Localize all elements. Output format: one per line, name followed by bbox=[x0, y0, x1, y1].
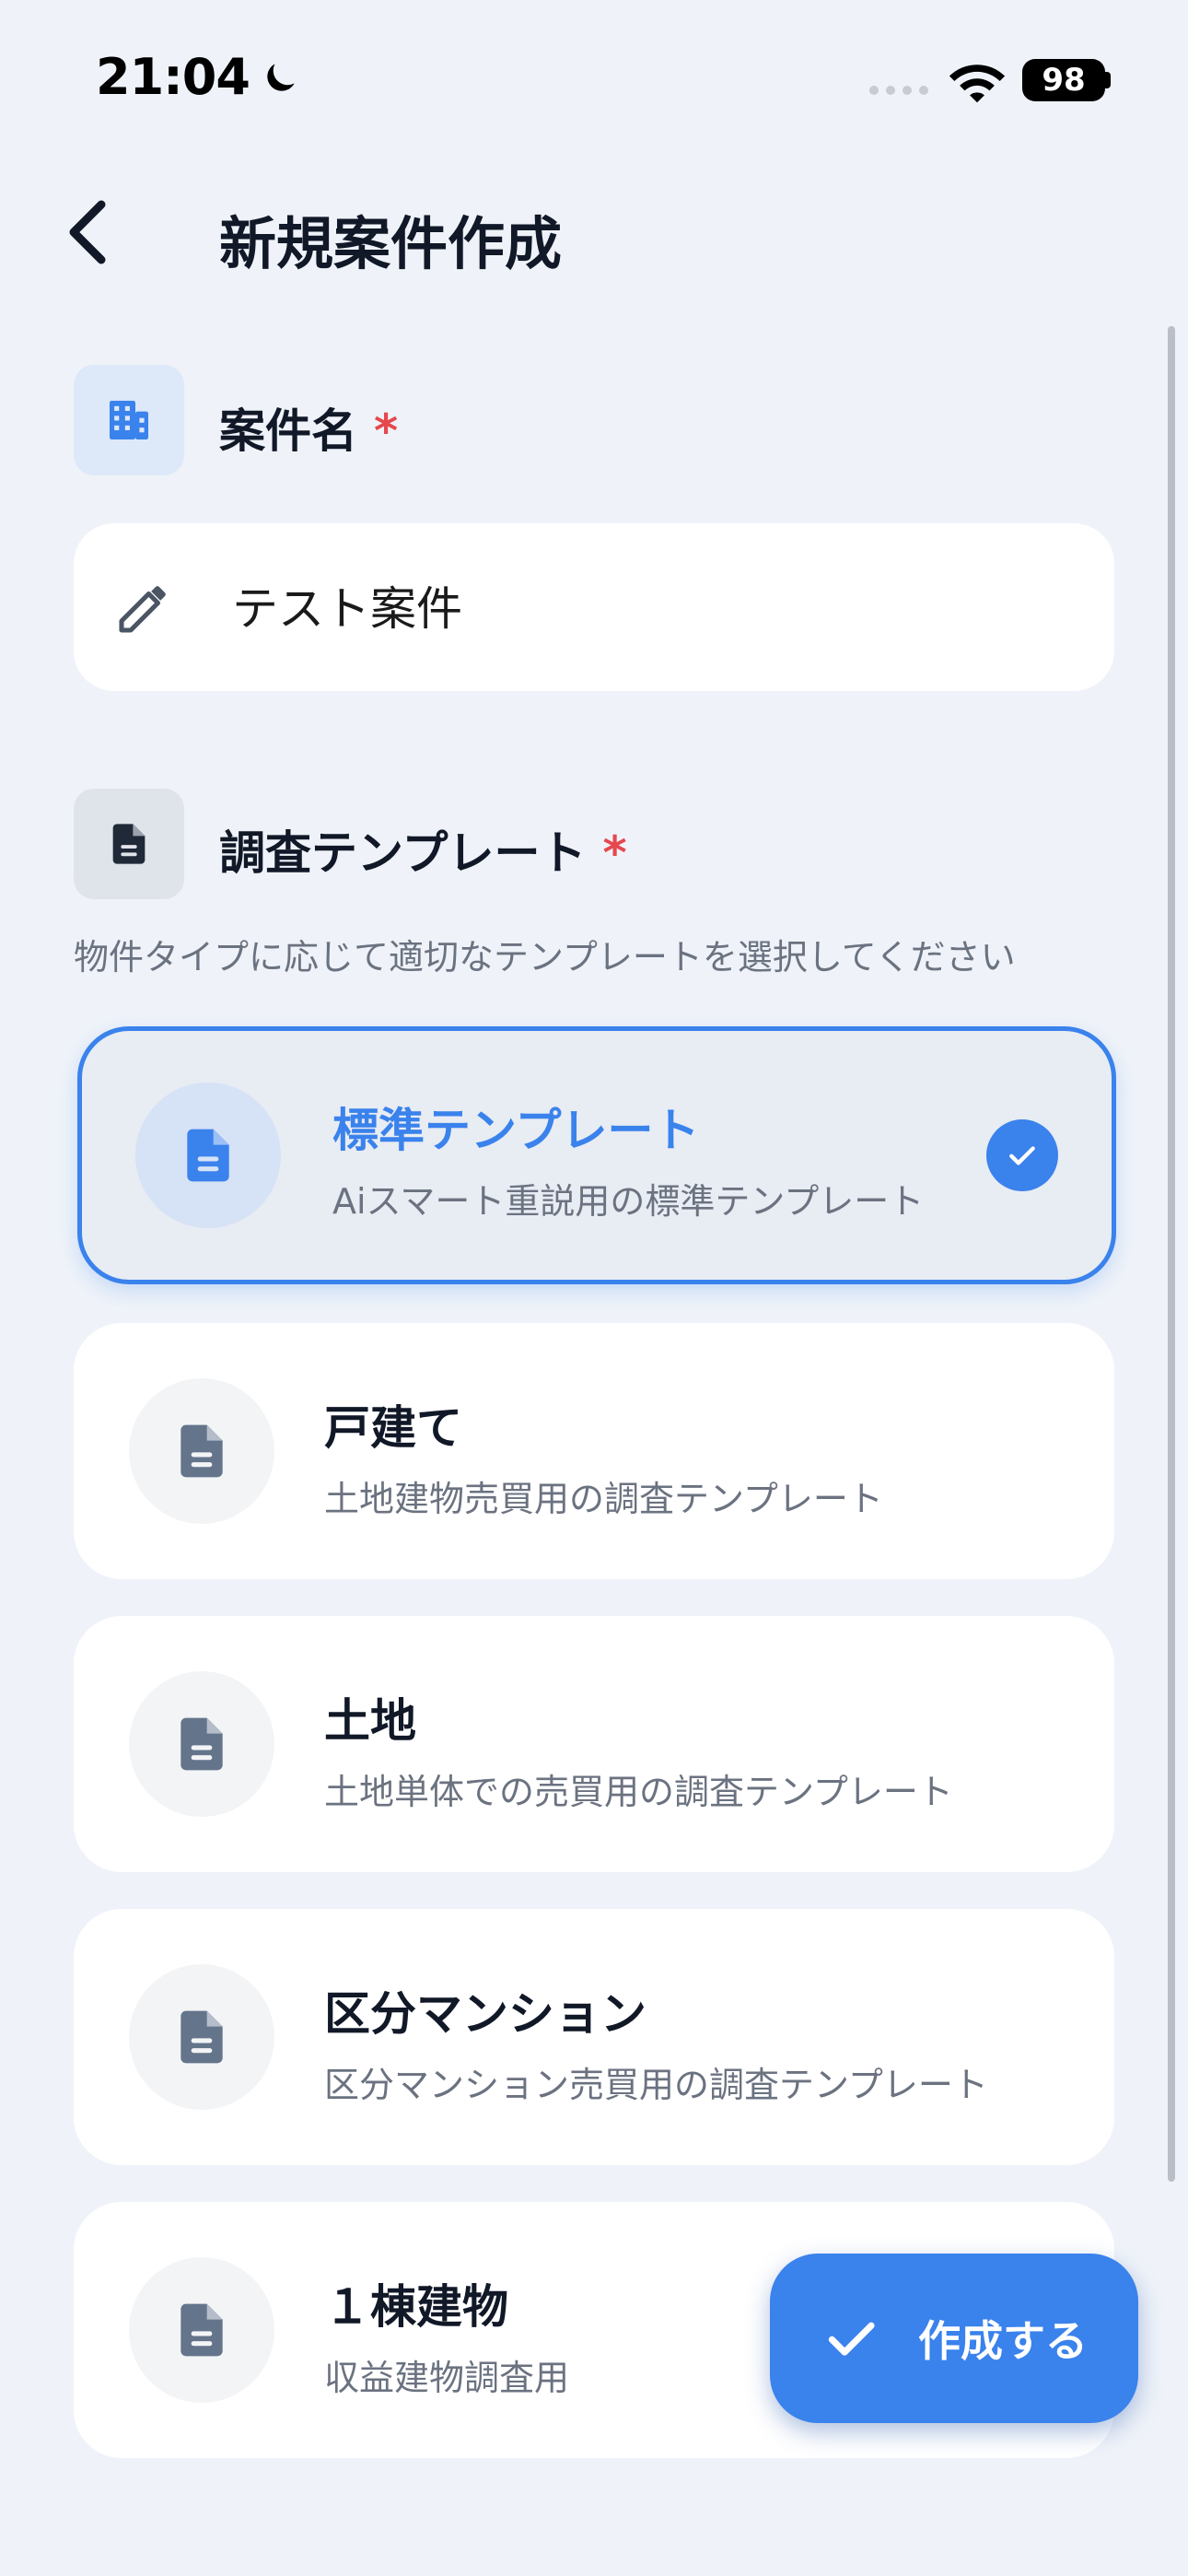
template-subtitle: 収益建物調査用 bbox=[324, 2358, 570, 2398]
battery-indicator: 98 bbox=[1022, 59, 1105, 101]
document-icon-circle bbox=[135, 1083, 281, 1228]
create-button-label: 作成する bbox=[918, 2316, 1088, 2366]
template-title: 戸建て bbox=[324, 1401, 462, 1455]
template-title: 区分マンション bbox=[324, 1987, 646, 2041]
status-time-text: 21:04 bbox=[96, 48, 250, 106]
project-name-label: 案件名 * bbox=[219, 394, 398, 461]
status-time: 21:04 bbox=[96, 48, 301, 106]
battery-tip bbox=[1105, 72, 1111, 88]
document-icon bbox=[112, 824, 146, 864]
template-subtitle: Aiスマート重説用の標準テンプレート bbox=[332, 1181, 925, 1222]
document-icon-circle bbox=[129, 1671, 274, 1817]
template-title: １棟建物 bbox=[324, 2280, 508, 2334]
document-icon-circle bbox=[129, 2257, 274, 2403]
template-card-standard[interactable]: 標準テンプレート Aiスマート重説用の標準テンプレート bbox=[77, 1026, 1116, 1284]
document-icon-circle bbox=[129, 1964, 274, 2110]
document-icon bbox=[187, 1129, 229, 1182]
template-card-land[interactable]: 土地 土地単体での売買用の調査テンプレート bbox=[74, 1616, 1114, 1872]
building-icon-tile bbox=[74, 365, 184, 475]
pencil-icon bbox=[119, 586, 166, 633]
template-section-label-text: 調査テンプレート bbox=[219, 826, 587, 880]
required-mark: * bbox=[374, 404, 399, 458]
document-icon bbox=[181, 2010, 223, 2064]
cellular-signal-icon bbox=[869, 86, 928, 95]
project-name-input[interactable] bbox=[232, 579, 1061, 632]
document-icon-circle bbox=[129, 1378, 274, 1524]
template-subtitle: 土地建物売買用の調査テンプレート bbox=[324, 1479, 883, 1519]
template-section-label: 調査テンプレート * bbox=[219, 816, 627, 883]
document-icon bbox=[181, 1717, 223, 1771]
check-icon bbox=[1009, 1146, 1035, 1165]
moon-icon bbox=[267, 63, 295, 91]
template-hint: 物件タイプに応じて適切なテンプレートを選択してください bbox=[74, 937, 1016, 978]
template-subtitle: 土地単体での売買用の調査テンプレート bbox=[324, 1772, 953, 1812]
document-icon-tile bbox=[74, 789, 184, 899]
battery-level: 98 bbox=[1042, 62, 1086, 99]
check-icon bbox=[828, 2322, 875, 2356]
document-icon bbox=[181, 1424, 223, 1478]
document-icon bbox=[181, 2303, 223, 2357]
create-button[interactable]: 作成する bbox=[770, 2254, 1138, 2423]
template-title: 土地 bbox=[324, 1694, 416, 1748]
project-name-label-text: 案件名 bbox=[219, 404, 357, 458]
required-mark: * bbox=[602, 826, 627, 880]
template-subtitle: 区分マンション売買用の調査テンプレート bbox=[324, 2065, 988, 2105]
scrollbar[interactable] bbox=[1168, 326, 1175, 2182]
building-icon bbox=[110, 401, 148, 439]
back-chevron-icon[interactable] bbox=[61, 199, 116, 265]
template-title: 標準テンプレート bbox=[332, 1104, 700, 1157]
template-card-detached-house[interactable]: 戸建て 土地建物売買用の調査テンプレート bbox=[74, 1323, 1114, 1579]
selected-check-badge bbox=[986, 1119, 1058, 1191]
page-title: 新規案件作成 bbox=[219, 210, 563, 277]
template-card-condominium[interactable]: 区分マンション 区分マンション売買用の調査テンプレート bbox=[74, 1909, 1114, 2165]
wifi-icon bbox=[949, 64, 1006, 103]
